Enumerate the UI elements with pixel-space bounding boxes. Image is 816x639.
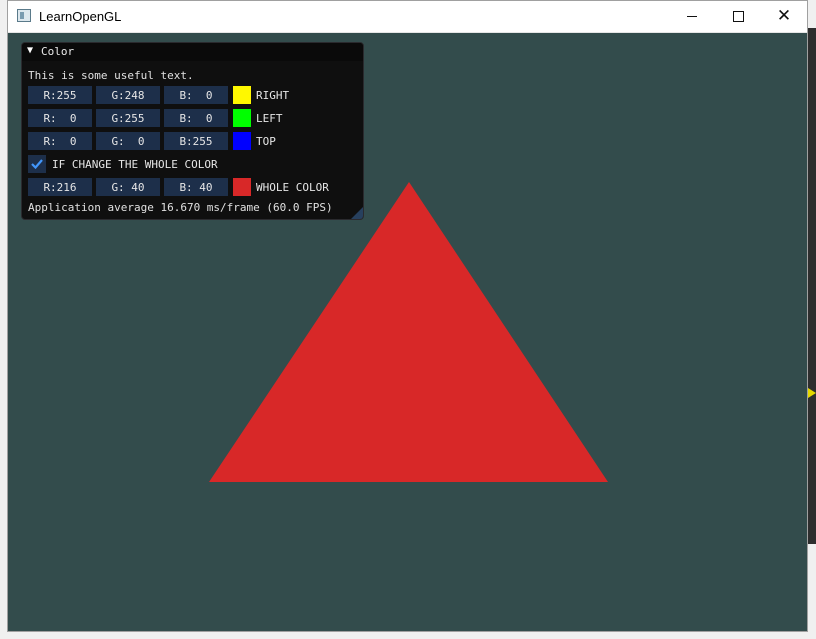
left-b-field[interactable]: B: 0 <box>164 109 228 127</box>
red-triangle <box>209 182 608 482</box>
right-b-field[interactable]: B: 0 <box>164 86 228 104</box>
imgui-title-bar[interactable]: ▼ Color <box>22 43 363 61</box>
close-icon: ✕ <box>776 6 792 26</box>
left-r-field[interactable]: R: 0 <box>28 109 92 127</box>
background-triangle-edge <box>808 388 816 398</box>
top-g-field[interactable]: G: 0 <box>96 132 160 150</box>
top-label: TOP <box>256 135 276 148</box>
app-window: LearnOpenGL ✕ ▼ Color This is some usefu… <box>7 0 808 632</box>
top-b-field[interactable]: B:255 <box>164 132 228 150</box>
top-color-swatch[interactable] <box>233 132 251 150</box>
top-r-field[interactable]: R: 0 <box>28 132 92 150</box>
intro-text: This is some useful text. <box>28 69 194 82</box>
whole-color-label: WHOLE COLOR <box>256 181 329 194</box>
window-app-icon <box>17 9 31 22</box>
gl-viewport: ▼ Color This is some useful text. R:255 … <box>8 32 807 631</box>
close-button[interactable]: ✕ <box>761 1 807 32</box>
maximize-button[interactable] <box>715 1 761 32</box>
window-title: LearnOpenGL <box>39 9 122 24</box>
imgui-window-title: Color <box>41 45 75 58</box>
whole-b-field[interactable]: B: 40 <box>164 178 228 196</box>
imgui-color-window[interactable]: ▼ Color This is some useful text. R:255 … <box>21 42 364 220</box>
right-color-swatch[interactable] <box>233 86 251 104</box>
left-g-field[interactable]: G:255 <box>96 109 160 127</box>
whole-color-checkbox[interactable] <box>28 155 46 173</box>
maximize-icon <box>732 11 744 22</box>
minimize-icon <box>687 16 697 17</box>
whole-color-swatch[interactable] <box>233 178 251 196</box>
resize-grip[interactable] <box>351 207 363 219</box>
whole-color-checkbox-label: IF CHANGE THE WHOLE COLOR <box>52 158 218 171</box>
right-label: RIGHT <box>256 89 290 102</box>
left-label: LEFT <box>256 112 283 125</box>
whole-g-field[interactable]: G: 40 <box>96 178 160 196</box>
minimize-button[interactable] <box>669 1 715 32</box>
fps-text: Application average 16.670 ms/frame (60.… <box>28 201 333 214</box>
checkmark-icon <box>31 159 43 170</box>
whole-r-field[interactable]: R:216 <box>28 178 92 196</box>
left-color-swatch[interactable] <box>233 109 251 127</box>
collapse-arrow-icon[interactable]: ▼ <box>27 45 33 56</box>
title-bar[interactable]: LearnOpenGL ✕ <box>8 1 807 33</box>
right-g-field[interactable]: G:248 <box>96 86 160 104</box>
right-r-field[interactable]: R:255 <box>28 86 92 104</box>
